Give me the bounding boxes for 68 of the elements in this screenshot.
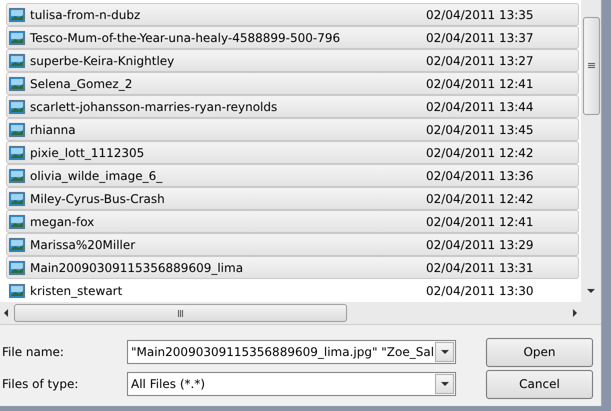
grip-icon <box>178 310 184 316</box>
file-name: Marissa%20Miller <box>30 238 136 252</box>
scroll-down-icon[interactable] <box>587 289 595 293</box>
date-modified: 02/04/2011 13:37 <box>425 30 535 44</box>
image-file-icon <box>9 122 25 136</box>
image-file-icon <box>9 8 25 22</box>
image-file-icon <box>9 214 25 228</box>
image-file-icon <box>9 76 25 90</box>
file-name: kristen_stewart <box>30 284 122 298</box>
file-name: superbe-Keira-Knightley <box>30 54 174 68</box>
scroll-left-icon[interactable] <box>4 309 8 317</box>
file-name: Miley-Cyrus-Bus-Crash <box>30 192 165 206</box>
scroll-right-icon[interactable] <box>573 309 577 317</box>
file-row[interactable]: megan-fox 02/04/2011 12:41 <box>6 210 579 233</box>
date-modified: 02/04/2011 13:27 <box>425 54 535 68</box>
dropdown-icon[interactable] <box>440 382 448 386</box>
file-name: olivia_wilde_image_6_ <box>30 168 162 182</box>
file-row[interactable]: Selena_Gomez_2 02/04/2011 12:41 <box>6 72 579 95</box>
file-name: scarlett-johansson-marries-ryan-reynolds <box>30 100 278 114</box>
image-file-icon <box>9 54 25 68</box>
file-row[interactable]: superbe-Keira-Knightley 02/04/2011 13:27 <box>6 49 579 72</box>
date-modified: 02/04/2011 12:41 <box>425 214 535 228</box>
date-modified: 02/04/2011 13:30 <box>425 284 535 298</box>
date-modified: 02/04/2011 13:31 <box>425 260 535 274</box>
file-name-field[interactable]: "Main20090309115356889609_lima.jpg" "Zoe_Sal <box>127 340 456 364</box>
date-modified: 02/04/2011 12:42 <box>425 146 535 160</box>
image-file-icon <box>9 100 25 114</box>
file-row[interactable]: tulisa-from-n-dubz 02/04/2011 13:35 <box>6 3 579 26</box>
file-row[interactable]: pixie_lott_1112305 02/04/2011 12:42 <box>6 141 579 164</box>
file-row[interactable]: rhianna 02/04/2011 13:45 <box>6 118 579 141</box>
file-name: megan-fox <box>30 214 94 228</box>
field-label: Files of type: <box>2 377 80 391</box>
file-row[interactable]: olivia_wilde_image_6_ 02/04/2011 13:36 <box>6 164 579 187</box>
grip-icon <box>588 63 594 69</box>
cancel-button[interactable]: Cancel <box>486 370 593 398</box>
image-file-icon <box>9 260 25 274</box>
image-file-icon <box>9 284 25 298</box>
date-modified: 02/04/2011 13:36 <box>425 168 535 182</box>
scroll-thumb[interactable] <box>582 17 600 115</box>
date-modified: 02/04/2011 13:35 <box>425 8 535 22</box>
field-label: File name: <box>2 345 65 359</box>
dropdown-icon[interactable] <box>440 350 448 354</box>
horizontal-scrollbar[interactable] <box>0 302 581 324</box>
scroll-thumb[interactable] <box>14 304 347 322</box>
file-name: Main20090309115356889609_lima <box>30 260 244 274</box>
file-name: tulisa-from-n-dubz <box>30 8 140 22</box>
file-row[interactable]: scarlett-johansson-marries-ryan-reynolds 02/04/2011 13:44 <box>6 95 579 118</box>
file-row[interactable]: Tesco-Mum-of-the-Year-una-healy-4588899-500-796 02/04/2011 13:37 <box>6 26 579 49</box>
image-file-icon <box>9 192 25 206</box>
file-name: rhianna <box>30 122 76 136</box>
date-modified: 02/04/2011 12:41 <box>425 76 535 90</box>
file-row[interactable]: Main20090309115356889609_lima 02/04/2011 13:31 <box>6 256 579 279</box>
date-modified: 02/04/2011 13:45 <box>425 122 535 136</box>
image-file-icon <box>9 146 25 160</box>
vertical-scrollbar[interactable] <box>581 0 601 302</box>
file-name: Tesco-Mum-of-the-Year-una-healy-4588899-500-796 <box>30 30 340 44</box>
file-name: pixie_lott_1112305 <box>30 146 144 160</box>
image-file-icon <box>9 168 25 182</box>
image-file-icon <box>9 238 25 252</box>
image-file-icon <box>9 30 25 44</box>
date-modified: 02/04/2011 13:29 <box>425 238 535 252</box>
open-button[interactable]: Open <box>486 338 593 366</box>
file-name: Selena_Gomez_2 <box>30 76 132 90</box>
date-modified: 02/04/2011 13:44 <box>425 100 535 114</box>
file-row[interactable]: Miley-Cyrus-Bus-Crash 02/04/2011 12:42 <box>6 187 579 210</box>
date-modified: 02/04/2011 12:42 <box>425 192 535 206</box>
file-type-dropdown[interactable]: All Files (*.*) <box>127 372 456 396</box>
file-row[interactable]: Marissa%20Miller 02/04/2011 13:29 <box>6 233 579 256</box>
